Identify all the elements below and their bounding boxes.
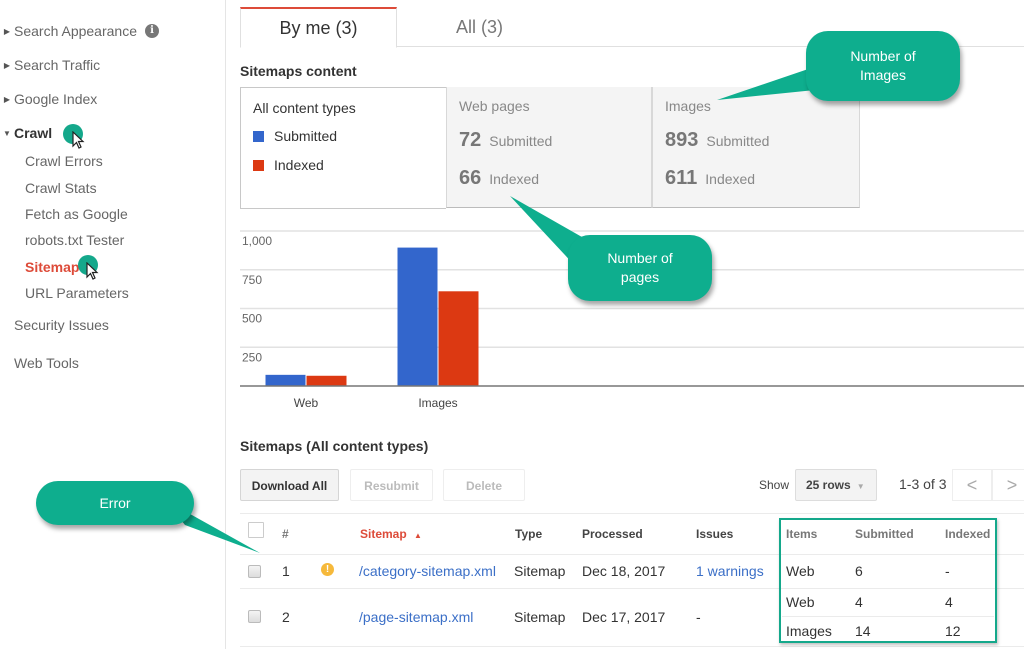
- chevron-right-icon: >: [1006, 475, 1018, 495]
- row-number: 1: [282, 563, 290, 579]
- web-indexed-count: 66: [459, 167, 482, 189]
- callout-text: Number of Images: [850, 48, 916, 83]
- legend-indexed-label: Indexed: [274, 157, 324, 173]
- sidebar-item-fetch-as-google[interactable]: Fetch as Google: [25, 206, 128, 222]
- row-number: 2: [282, 609, 290, 625]
- sitemap-link[interactable]: /category-sitemap.xml: [359, 563, 496, 579]
- info-icon[interactable]: i: [144, 24, 159, 38]
- bar-submitted-web: [265, 374, 306, 386]
- tab-by-me[interactable]: By me (3): [240, 7, 397, 48]
- column-header-issues[interactable]: Issues: [696, 527, 733, 541]
- mouse-cursor-icon: [86, 262, 99, 280]
- column-header-processed[interactable]: Processed: [582, 527, 643, 541]
- column-header-number: #: [282, 527, 289, 541]
- expand-arrow-icon: ▶: [3, 26, 11, 36]
- mouse-cursor-icon: [72, 131, 85, 149]
- sitemap-link[interactable]: /page-sitemap.xml: [359, 609, 473, 625]
- legend-submitted: Submitted: [253, 128, 337, 144]
- resubmit-button[interactable]: Resubmit: [350, 469, 433, 501]
- web-indexed-label: Indexed: [489, 171, 540, 187]
- items-highlight-box: [779, 518, 997, 643]
- issues-value: -: [696, 609, 701, 625]
- tab-all[interactable]: All (3): [401, 7, 558, 47]
- bar-submitted-images: [397, 247, 438, 386]
- warning-icon: !: [321, 563, 334, 576]
- row-checkbox[interactable]: [248, 610, 261, 623]
- x-tick-label: Web: [294, 396, 319, 410]
- sort-ascending-icon: ▲: [414, 531, 422, 540]
- prev-page-button[interactable]: <: [952, 469, 992, 501]
- rows-per-page-select[interactable]: 25 rows ▼: [795, 469, 877, 501]
- show-label: Show: [759, 478, 790, 492]
- column-header-sitemap[interactable]: Sitemap ▲: [360, 527, 422, 541]
- sitemaps-content-title: Sitemaps content: [240, 63, 357, 79]
- divider: [240, 513, 1024, 514]
- y-tick-label: 250: [242, 350, 262, 364]
- indexed-swatch: [253, 159, 264, 171]
- bar-indexed-images: [438, 291, 479, 386]
- expand-arrow-icon: ▶: [3, 94, 11, 104]
- sidebar-item-label: Search Traffic: [14, 57, 101, 73]
- content-type-all[interactable]: All content types Submitted Indexed: [240, 87, 446, 209]
- sidebar-item-crawl[interactable]: ▼ Crawl: [0, 125, 52, 141]
- sitemap-type: Sitemap: [514, 609, 566, 625]
- web-pages-submitted: 72 Submitted: [459, 129, 552, 152]
- images-submitted: 893 Submitted: [665, 129, 769, 152]
- column-header-type[interactable]: Type: [515, 527, 542, 541]
- callout-number-of-pages: Number of pages: [568, 235, 712, 301]
- chevron-left-icon: <: [966, 475, 978, 495]
- web-submitted-count: 72: [459, 129, 482, 151]
- sidebar-item-label: Google Index: [14, 91, 98, 107]
- y-tick-label: 1,000: [242, 234, 272, 248]
- sidebar-item-search-appearance[interactable]: ▶ Search Appearance i: [0, 23, 159, 39]
- y-tick-label: 750: [242, 273, 262, 287]
- sitemaps-table-title: Sitemaps (All content types): [240, 438, 429, 454]
- x-tick-label: Images: [418, 396, 457, 410]
- callout-text: Error: [99, 494, 131, 511]
- images-indexed-label: Indexed: [705, 171, 756, 187]
- sidebar-item-web-tools[interactable]: Web Tools: [14, 355, 79, 371]
- sidebar-item-robots-tester[interactable]: robots.txt Tester: [25, 232, 124, 248]
- callout-error: Error: [36, 481, 194, 525]
- web-pages-indexed: 66 Indexed: [459, 167, 539, 190]
- images-submitted-label: Submitted: [706, 133, 770, 149]
- sidebar-item-url-parameters[interactable]: URL Parameters: [25, 285, 129, 301]
- sidebar-item-crawl-errors[interactable]: Crawl Errors: [25, 153, 103, 169]
- sidebar-item-label: Crawl: [14, 125, 53, 141]
- pagination-range: 1-3 of 3: [899, 476, 947, 492]
- sitemap-type: Sitemap: [514, 563, 566, 579]
- submitted-swatch: [253, 130, 264, 142]
- sidebar-item-crawl-stats[interactable]: Crawl Stats: [25, 180, 97, 196]
- images-indexed-count: 611: [665, 167, 698, 189]
- callout-number-of-images: Number of Images: [806, 31, 960, 101]
- legend-submitted-label: Submitted: [274, 128, 338, 144]
- legend-indexed: Indexed: [253, 157, 324, 173]
- collapse-arrow-icon: ▼: [3, 128, 11, 138]
- bar-indexed-web: [306, 375, 347, 386]
- sidebar-item-label: Search Appearance: [14, 23, 137, 39]
- dropdown-caret-icon: ▼: [856, 482, 865, 491]
- processed-date: Dec 17, 2017: [582, 609, 666, 625]
- sidebar-item-search-traffic[interactable]: ▶ Search Traffic: [0, 57, 100, 73]
- y-tick-label: 500: [242, 312, 262, 326]
- issues-link[interactable]: 1 warnings: [696, 563, 764, 579]
- rows-select-value: 25 rows: [806, 478, 851, 492]
- images-submitted-count: 893: [665, 129, 699, 151]
- divider: [240, 646, 1024, 647]
- content-type-images[interactable]: Images 893 Submitted 611 Indexed: [652, 87, 860, 208]
- web-submitted-label: Submitted: [489, 133, 553, 149]
- web-pages-title: Web pages: [459, 98, 530, 114]
- sidebar-item-security-issues[interactable]: Security Issues: [14, 317, 109, 333]
- images-indexed: 611 Indexed: [665, 167, 755, 190]
- delete-button[interactable]: Delete: [443, 469, 525, 501]
- content-type-web-pages[interactable]: Web pages 72 Submitted 66 Indexed: [446, 87, 652, 208]
- processed-date: Dec 18, 2017: [582, 563, 666, 579]
- sidebar-item-google-index[interactable]: ▶ Google Index: [0, 91, 97, 107]
- next-page-button[interactable]: >: [992, 469, 1024, 501]
- all-content-types-label: All content types: [253, 100, 356, 116]
- callout-text: Number of pages: [607, 250, 673, 285]
- images-title: Images: [665, 98, 711, 114]
- expand-arrow-icon: ▶: [3, 60, 11, 70]
- sitemap-header-label: Sitemap: [360, 527, 407, 541]
